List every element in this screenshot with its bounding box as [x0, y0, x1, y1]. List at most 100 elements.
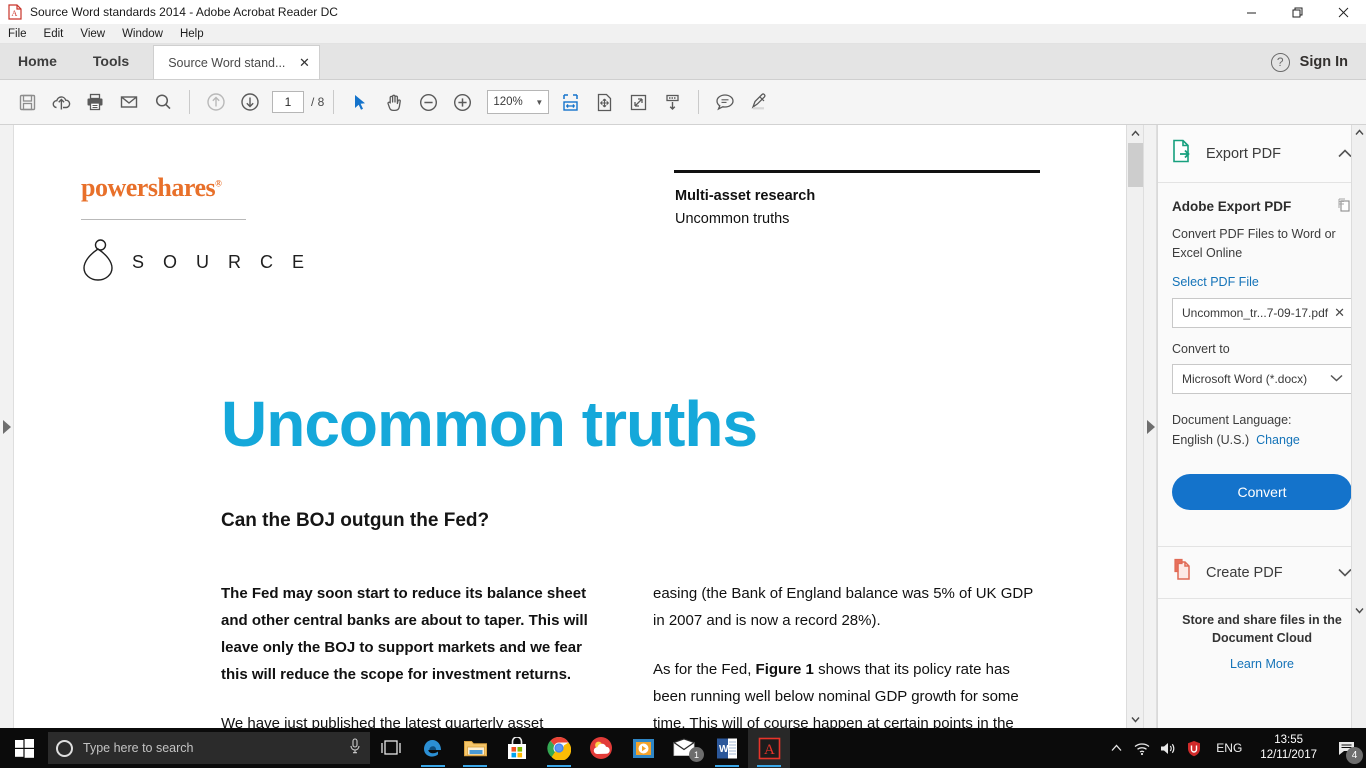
chevron-down-icon — [1330, 374, 1343, 385]
left-panel-toggle[interactable] — [0, 125, 14, 728]
panel-vertical-scrollbar[interactable] — [1351, 125, 1366, 728]
scroll-up-arrow[interactable] — [1127, 125, 1144, 142]
document-tab-label: Source Word stand... — [168, 55, 286, 70]
language-indicator[interactable]: ENG — [1207, 741, 1251, 755]
file-explorer-icon[interactable] — [454, 728, 496, 768]
convert-to-select[interactable]: Microsoft Word (*.docx) — [1172, 364, 1352, 394]
notification-icon[interactable]: 4 — [1326, 728, 1366, 768]
scroll-down-arrow[interactable] — [1127, 711, 1144, 728]
scrollbar-thumb[interactable] — [1128, 143, 1143, 187]
convert-button[interactable]: Convert — [1172, 474, 1352, 510]
save-file-button[interactable] — [10, 85, 44, 119]
tab-tools[interactable]: Tools — [75, 43, 147, 79]
svg-text:A: A — [12, 9, 18, 18]
create-pdf-header[interactable]: Create PDF — [1158, 547, 1366, 599]
hand-tool-button[interactable] — [377, 85, 411, 119]
search-button[interactable] — [146, 85, 180, 119]
export-pdf-body: Adobe Export PDF Convert PDF Files to Wo… — [1158, 183, 1366, 524]
zoom-level-select[interactable]: 120% ▼ — [487, 90, 550, 114]
select-pdf-file-link[interactable]: Select PDF File — [1172, 275, 1352, 289]
word-icon[interactable]: W — [706, 728, 748, 768]
chrome-icon[interactable] — [538, 728, 580, 768]
adobe-export-heading-row: Adobe Export PDF — [1172, 197, 1352, 216]
upload-cloud-button[interactable] — [44, 85, 78, 119]
document-tab[interactable]: Source Word stand... ✕ — [153, 45, 321, 79]
paragraph: easing (the Bank of England balance was … — [653, 585, 1033, 629]
menu-item-help[interactable]: Help — [172, 26, 212, 42]
figure-reference: Figure 1 — [755, 661, 814, 678]
minimize-button[interactable] — [1228, 0, 1274, 24]
help-icon[interactable]: ? — [1270, 52, 1290, 72]
collapse-right-panel-icon — [1147, 420, 1155, 434]
svg-text:A: A — [764, 742, 775, 758]
document-subtitle: Can the BOJ outgun the Fed? — [221, 510, 490, 531]
wifi-icon[interactable] — [1129, 728, 1155, 768]
selected-file-field[interactable]: Uncommon_tr...7-09-17.pdf ✕ — [1172, 298, 1352, 328]
menu-bar: File Edit View Window Help — [0, 24, 1366, 44]
media-player-icon[interactable] — [622, 728, 664, 768]
volume-icon[interactable] — [1155, 728, 1181, 768]
zoom-out-button[interactable] — [411, 85, 445, 119]
restore-button[interactable] — [1274, 0, 1320, 24]
right-panel-toggle[interactable] — [1143, 125, 1157, 728]
print-button[interactable] — [78, 85, 112, 119]
pan-page-button[interactable] — [587, 85, 621, 119]
menu-item-edit[interactable]: Edit — [36, 26, 72, 42]
panel-scroll-up-arrow[interactable] — [1352, 125, 1366, 140]
weather-icon[interactable] — [580, 728, 622, 768]
search-input[interactable]: Type here to search — [48, 732, 370, 764]
expand-left-panel-icon — [3, 420, 11, 434]
document-pane[interactable]: powershares® S O U R C E Multi-asset res… — [14, 125, 1126, 728]
sign-in-button[interactable]: Sign In — [1300, 54, 1348, 70]
select-tool-button[interactable] — [343, 85, 377, 119]
menu-item-window[interactable]: Window — [114, 26, 171, 42]
windows-start-icon[interactable] — [0, 728, 48, 768]
email-button[interactable] — [112, 85, 146, 119]
tab-home[interactable]: Home — [0, 43, 75, 79]
close-icon[interactable]: ✕ — [297, 56, 311, 69]
edge-icon[interactable] — [412, 728, 454, 768]
document-title: Uncommon truths — [221, 388, 758, 460]
windows-taskbar: Type here to search 1 W A ENG 13:55 12/1… — [0, 728, 1366, 768]
toolbar-divider-2 — [333, 90, 335, 114]
chevron-down-icon: ▼ — [535, 97, 544, 107]
mail-icon[interactable]: 1 — [664, 728, 706, 768]
next-page-button[interactable] — [233, 85, 267, 119]
export-pdf-header[interactable]: Export PDF — [1158, 125, 1366, 183]
fullscreen-button[interactable] — [621, 85, 655, 119]
document-vertical-scrollbar[interactable] — [1126, 125, 1143, 728]
learn-more-link[interactable]: Learn More — [1172, 657, 1352, 671]
close-icon[interactable]: ✕ — [1334, 305, 1345, 321]
tools-right-panel: Export PDF Adobe Export PDF Convert PDF … — [1157, 125, 1366, 728]
clock-time: 13:55 — [1274, 734, 1304, 746]
microphone-icon[interactable] — [348, 737, 362, 759]
show-hidden-icons-button[interactable] — [1103, 728, 1129, 768]
close-button[interactable] — [1320, 0, 1366, 24]
title-bar: A Source Word standards 2014 - Adobe Acr… — [0, 0, 1366, 24]
paragraph: As for the Fed, Figure 1 shows that its … — [653, 656, 1033, 728]
mail-badge: 1 — [689, 747, 704, 762]
fit-width-button[interactable] — [553, 85, 587, 119]
security-shield-icon[interactable] — [1181, 728, 1207, 768]
page-number-input[interactable]: 1 — [272, 91, 304, 113]
main-toolbar: 1 / 8 120% ▼ — [0, 80, 1366, 125]
chevron-up-icon[interactable] — [1338, 147, 1352, 161]
menu-item-view[interactable]: View — [72, 26, 113, 42]
chevron-down-icon[interactable] — [1338, 566, 1352, 580]
panel-scroll-down-arrow[interactable] — [1352, 603, 1366, 618]
powershares-logo: powershares® — [81, 173, 222, 202]
running-indicator — [463, 764, 487, 767]
change-language-link[interactable]: Change — [1256, 433, 1300, 447]
header-line-1: Multi-asset research — [675, 188, 816, 204]
previous-page-button[interactable] — [199, 85, 233, 119]
zoom-in-button[interactable] — [445, 85, 479, 119]
microsoft-store-icon[interactable] — [496, 728, 538, 768]
scroll-mode-button[interactable] — [655, 85, 689, 119]
clock[interactable]: 13:55 12/11/2017 — [1251, 733, 1326, 763]
task-view-icon[interactable] — [370, 728, 412, 768]
acrobat-reader-icon[interactable]: A — [748, 728, 790, 768]
comment-button[interactable] — [708, 85, 742, 119]
menu-item-file[interactable]: File — [0, 26, 35, 42]
highlighter-button[interactable] — [742, 85, 776, 119]
copy-files-icon[interactable] — [1336, 197, 1352, 216]
